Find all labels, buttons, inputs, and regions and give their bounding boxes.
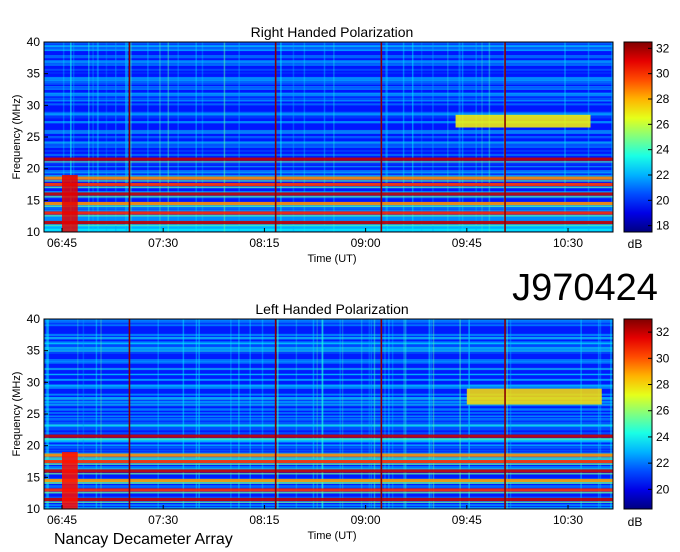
y-tick-label: 20 — [27, 162, 41, 176]
y-tick-label: 10 — [27, 502, 41, 516]
y-axis-label-right: Frequency (MHz) — [11, 95, 23, 180]
emission-patch — [455, 114, 591, 128]
x-tick-label: 09:00 — [351, 236, 381, 250]
x-axis-label-right: Time (UT) — [307, 253, 356, 265]
calibration-line — [504, 42, 506, 232]
chart-title-left: Left Handed Polarization — [255, 301, 408, 317]
colorbar — [623, 318, 653, 510]
y-tick-label: 15 — [27, 470, 41, 484]
colorbar-tick-label: 28 — [656, 92, 670, 106]
y-tick-label: 40 — [27, 312, 41, 326]
spectrogram-figure: Right Handed Polarization Left Handed Po… — [11, 24, 670, 548]
x-tick-label: 09:00 — [351, 513, 381, 527]
colorbar-tick-label: 24 — [656, 430, 670, 444]
x-tick-label: 06:45 — [47, 513, 77, 527]
chart-title-right: Right Handed Polarization — [251, 24, 414, 40]
colorbar-tick-label: 22 — [656, 456, 670, 470]
spectrogram-area — [44, 319, 613, 509]
calibration-line — [274, 319, 277, 509]
colorbar-tick-label: 30 — [656, 351, 670, 365]
panel-right-polarization: 10 15 20 25 30 35 40 06:45 07:30 08:15 09:00 09:45 1… — [27, 35, 670, 250]
calibration-line — [128, 319, 131, 509]
y-tick-label: 40 — [27, 35, 41, 49]
colorbar-tick-label: 24 — [656, 143, 670, 157]
x-tick-label: 09:45 — [452, 513, 482, 527]
x-tick-label: 06:45 — [47, 236, 77, 250]
colorbar-tick-label: 28 — [656, 378, 670, 392]
emission-patch — [61, 175, 78, 232]
x-tick-label: 07:30 — [148, 513, 178, 527]
colorbar-tick-label: 22 — [656, 168, 670, 182]
x-tick-label: 07:30 — [148, 236, 178, 250]
colorbar-tick-label: 20 — [656, 193, 670, 207]
calibration-line — [504, 319, 506, 509]
y-tick-label: 10 — [27, 225, 41, 239]
x-tick-label: 10:30 — [553, 236, 583, 250]
instrument-name: Nancay Decameter Array — [54, 531, 233, 548]
y-tick-label: 20 — [27, 439, 41, 453]
calibration-line — [274, 42, 277, 232]
x-tick-label: 08:15 — [249, 236, 279, 250]
x-tick-label: 10:30 — [553, 513, 583, 527]
colorbar-tick-label: 18 — [656, 219, 670, 233]
colorbar-unit-left: dB — [628, 515, 643, 529]
colorbar-tick-label: 20 — [656, 482, 670, 496]
calibration-line — [380, 319, 383, 509]
panel-left-polarization: 10 15 20 25 30 35 40 06:45 07:30 08:15 09:00 09:45 1… — [27, 312, 670, 527]
y-tick-label: 15 — [27, 193, 41, 207]
x-tick-label: 09:45 — [452, 236, 482, 250]
colorbar-tick-label: 26 — [656, 404, 670, 418]
y-tick-label: 30 — [27, 98, 41, 112]
colorbar-tick-label: 32 — [656, 325, 670, 339]
spectrogram-area — [44, 42, 613, 232]
y-tick-label: 25 — [27, 407, 41, 421]
y-axis-label-left: Frequency (MHz) — [11, 372, 23, 457]
y-tick-label: 35 — [27, 67, 41, 81]
colorbar-tick-label: 26 — [656, 117, 670, 131]
colorbar-unit-right: dB — [628, 237, 643, 251]
colorbar-tick-label: 32 — [656, 41, 670, 55]
y-tick-label: 25 — [27, 130, 41, 144]
emission-patch — [466, 388, 602, 405]
y-tick-label: 30 — [27, 375, 41, 389]
y-tick-label: 35 — [27, 344, 41, 358]
calibration-line — [128, 42, 131, 232]
colorbar — [623, 41, 653, 233]
x-axis-label-left: Time (UT) — [307, 530, 356, 542]
emission-patch — [61, 452, 78, 509]
calibration-line — [380, 42, 383, 232]
date-code: J970424 — [512, 267, 658, 309]
colorbar-tick-label: 30 — [656, 67, 670, 81]
x-tick-label: 08:15 — [249, 513, 279, 527]
